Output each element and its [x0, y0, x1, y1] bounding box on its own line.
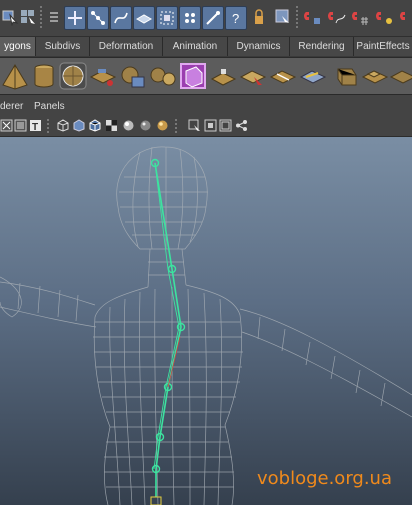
- perspective-viewport[interactable]: vobloge.org.ua: [0, 137, 412, 505]
- separate-icon[interactable]: [148, 61, 178, 91]
- wireframe-mesh: [0, 146, 412, 505]
- tab-animation[interactable]: Animation: [163, 37, 228, 56]
- resolution-gate-icon[interactable]: [14, 119, 27, 132]
- split-polygon-icon[interactable]: [298, 61, 328, 91]
- smooth-skin-icon[interactable]: [156, 6, 178, 30]
- panel-menu-bar: derer Panels: [0, 98, 412, 116]
- tab-deformation[interactable]: Deformation: [90, 37, 163, 56]
- text-icon[interactable]: T: [29, 119, 42, 132]
- magnet-extra-icon[interactable]: [396, 6, 412, 28]
- move-tool-icon[interactable]: [64, 6, 86, 30]
- skeleton-joints[interactable]: [153, 162, 182, 497]
- joint-xray-icon[interactable]: [235, 119, 248, 132]
- component-mode-icon[interactable]: [219, 119, 232, 132]
- combine-icon[interactable]: [118, 61, 148, 91]
- root-joint-marker: [150, 496, 162, 505]
- tab-rendering[interactable]: Rendering: [290, 37, 354, 56]
- paint-weights-icon[interactable]: [179, 6, 201, 30]
- bind-skin-icon[interactable]: [133, 6, 155, 30]
- extrude-icon[interactable]: [330, 61, 360, 91]
- sphere-icon[interactable]: [58, 61, 88, 91]
- select-hierarchy-icon[interactable]: [273, 6, 293, 28]
- pyramid-icon[interactable]: [0, 61, 30, 91]
- magnet-point-icon[interactable]: [374, 6, 394, 28]
- menu-divider-icon[interactable]: [44, 6, 64, 28]
- menu-renderer[interactable]: derer: [0, 98, 23, 116]
- shadows-icon[interactable]: [139, 119, 152, 132]
- svg-text:?: ?: [232, 11, 239, 26]
- select-tool-icon[interactable]: [0, 6, 20, 28]
- status-toolbar: ?: [0, 0, 412, 37]
- polygons-shelf: [0, 58, 412, 95]
- magnet-snap-icon[interactable]: [302, 6, 322, 28]
- cylinder-icon[interactable]: [29, 61, 59, 91]
- high-quality-icon[interactable]: [156, 119, 169, 132]
- toolbar-separator: [296, 6, 298, 28]
- ik-handle-icon[interactable]: [110, 6, 132, 30]
- shelf-tab-bar: ygons Subdivs Deformation Animation Dyna…: [0, 37, 412, 58]
- wireframe-cube-icon[interactable]: [56, 119, 69, 132]
- toolbar-separator: [47, 119, 49, 133]
- panel-toolbar: T: [0, 116, 412, 137]
- tab-dynamics[interactable]: Dynamics: [228, 37, 290, 56]
- magnet-curve-icon[interactable]: [326, 6, 346, 28]
- textured-icon[interactable]: [105, 119, 118, 132]
- bevel-icon[interactable]: [360, 61, 390, 91]
- mirror-joint-icon[interactable]: [202, 6, 224, 30]
- xray-active-icon[interactable]: [204, 119, 217, 132]
- tab-subdivs[interactable]: Subdivs: [36, 37, 90, 56]
- menu-panels[interactable]: Panels: [34, 98, 65, 116]
- plane-icon[interactable]: [238, 61, 268, 91]
- joint-tool-icon[interactable]: [87, 6, 109, 30]
- unfold-uv-icon[interactable]: [388, 61, 412, 91]
- toolbar-separator: [40, 6, 42, 28]
- isolate-select-icon[interactable]: [188, 119, 201, 132]
- lock-icon[interactable]: [249, 6, 269, 28]
- plane-extrude-icon[interactable]: [88, 61, 118, 91]
- tab-painteffects[interactable]: PaintEffects: [354, 37, 412, 56]
- use-all-lights-icon[interactable]: [122, 119, 135, 132]
- smooth-shade-cube-icon[interactable]: [72, 119, 85, 132]
- ik-line: [167, 336, 181, 388]
- wireframe-character: [0, 146, 412, 505]
- magnet-grid-icon[interactable]: [350, 6, 370, 28]
- insert-edge-icon[interactable]: [268, 61, 298, 91]
- svg-text:T: T: [32, 122, 38, 132]
- smooth-mesh-icon[interactable]: [178, 61, 208, 91]
- tab-polygons[interactable]: ygons: [0, 37, 36, 56]
- lasso-tool-icon[interactable]: [18, 6, 38, 28]
- wireframe-on-shaded-icon[interactable]: [88, 119, 101, 132]
- watermark: vobloge.org.ua: [256, 468, 392, 489]
- cube-icon[interactable]: [208, 61, 238, 91]
- toolbar-separator: [175, 119, 177, 133]
- help-icon[interactable]: ?: [225, 6, 247, 30]
- xray-icon[interactable]: [0, 119, 13, 132]
